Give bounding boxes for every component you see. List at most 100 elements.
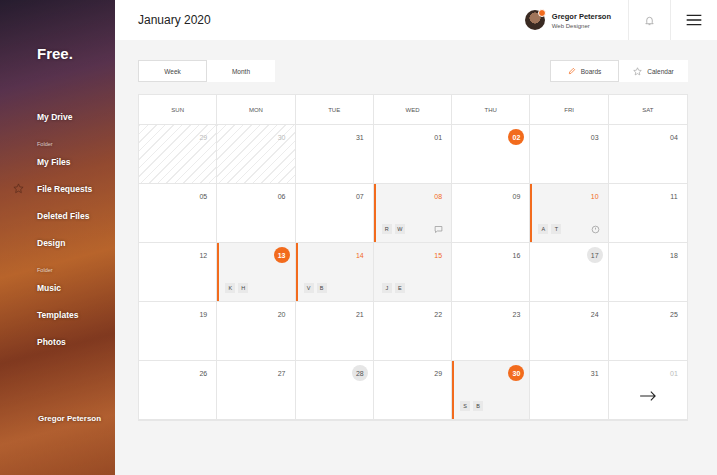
day-cell[interactable]: 04 xyxy=(609,125,687,184)
day-cell[interactable]: 09 xyxy=(452,184,530,243)
day-number: 03 xyxy=(587,129,603,145)
day-cell[interactable]: 19 xyxy=(139,302,217,361)
day-cell[interactable]: 31 xyxy=(296,125,374,184)
day-number: 02 xyxy=(508,129,524,145)
day-cell[interactable]: 02 xyxy=(452,125,530,184)
day-cell[interactable]: 08 RW xyxy=(374,184,452,243)
day-number: 14 xyxy=(352,247,368,263)
weekday: MON xyxy=(217,95,295,125)
day-cell[interactable]: 31 xyxy=(530,361,608,420)
weekday: THU xyxy=(452,95,530,125)
star-icon xyxy=(633,67,642,76)
menu-button[interactable] xyxy=(670,0,717,40)
sidebar-user[interactable]: Gregor Peterson xyxy=(13,414,115,423)
sidebar-label: Templates xyxy=(37,310,78,320)
logo[interactable]: Free. xyxy=(13,45,115,63)
avatar[interactable] xyxy=(525,10,545,30)
sidebar-item[interactable]: Deleted Files xyxy=(13,202,115,229)
event-tag[interactable]: K xyxy=(225,283,235,293)
event-tag[interactable]: J xyxy=(382,283,392,293)
day-cell[interactable]: 10AT xyxy=(530,184,608,243)
day-cell[interactable]: 14 VB xyxy=(296,243,374,302)
day-cell[interactable]: 27 xyxy=(217,361,295,420)
day-cell[interactable]: 30SB xyxy=(452,361,530,420)
day-cell[interactable]: 29 xyxy=(139,125,217,184)
day-cell[interactable]: 29 xyxy=(374,361,452,420)
sidebar-label: Music xyxy=(37,283,61,293)
event-tag[interactable]: A xyxy=(538,224,548,234)
view-tab[interactable]: Week xyxy=(138,60,207,82)
day-number: 12 xyxy=(195,247,211,263)
notifications-button[interactable] xyxy=(628,0,670,40)
view-tab[interactable]: Month xyxy=(207,60,275,82)
day-number: 13 xyxy=(274,247,290,263)
day-number: 25 xyxy=(666,306,682,322)
comment-icon xyxy=(434,225,443,234)
sidebar-item[interactable]: Photos xyxy=(13,328,115,355)
day-cell[interactable]: 30 xyxy=(217,125,295,184)
main: January 2020Gregor PetersonWeb DesignerW… xyxy=(115,0,717,475)
day-cell[interactable]: 11 xyxy=(609,184,687,243)
day-cell[interactable]: 05 xyxy=(139,184,217,243)
sidebar-item[interactable]: My Files xyxy=(13,148,115,175)
event-tag[interactable]: H xyxy=(238,283,248,293)
day-cell[interactable]: 01 xyxy=(609,361,687,420)
day-cell[interactable]: 01 xyxy=(374,125,452,184)
sidebar-label: Design xyxy=(37,238,65,248)
action-button[interactable]: Calendar xyxy=(619,60,688,82)
sidebar-label: Deleted Files xyxy=(37,211,89,221)
day-cell[interactable]: 26 xyxy=(139,361,217,420)
day-number: 21 xyxy=(352,306,368,322)
sidebar-item[interactable]: Design xyxy=(13,229,115,256)
day-cell[interactable]: 23 xyxy=(452,302,530,361)
sidebar-item[interactable]: Music xyxy=(13,274,115,301)
day-cell[interactable]: 24 xyxy=(530,302,608,361)
user-role: Web Designer xyxy=(552,23,611,29)
day-number: 30 xyxy=(274,129,290,145)
star-icon xyxy=(13,183,24,194)
day-cell[interactable]: 28 xyxy=(296,361,374,420)
event-tag[interactable]: V xyxy=(304,283,314,293)
day-cell[interactable]: 12 xyxy=(139,243,217,302)
day-cell[interactable]: 21 xyxy=(296,302,374,361)
action-label: Boards xyxy=(581,68,602,75)
user-menu[interactable]: Gregor PetersonWeb Designer xyxy=(525,10,628,30)
day-number: 19 xyxy=(195,306,211,322)
next-arrow-icon[interactable] xyxy=(639,391,657,401)
event-tag[interactable]: R xyxy=(382,224,392,234)
day-number: 24 xyxy=(587,306,603,322)
day-cell[interactable]: 16 xyxy=(452,243,530,302)
event-tag[interactable]: T xyxy=(551,224,561,234)
day-number: 31 xyxy=(587,365,603,381)
clock-icon xyxy=(591,225,600,234)
sidebar-item[interactable]: Templates xyxy=(13,301,115,328)
day-cell[interactable]: 18 xyxy=(609,243,687,302)
sidebar-heading: Folder xyxy=(13,140,115,148)
day-number: 07 xyxy=(352,188,368,204)
day-cell[interactable]: 20 xyxy=(217,302,295,361)
day-cell[interactable]: 15JE xyxy=(374,243,452,302)
day-cell[interactable]: 13 KH xyxy=(217,243,295,302)
event-tag[interactable]: E xyxy=(395,283,405,293)
sidebar-item[interactable]: My Drive xyxy=(13,103,115,130)
day-number: 06 xyxy=(274,188,290,204)
day-cell[interactable]: 17 xyxy=(530,243,608,302)
day-number: 26 xyxy=(195,365,211,381)
header: January 2020Gregor PetersonWeb Designer xyxy=(115,0,717,40)
event-tag[interactable]: W xyxy=(395,224,405,234)
day-cell[interactable]: 25 xyxy=(609,302,687,361)
day-number: 08 xyxy=(430,188,446,204)
day-cell[interactable]: 06 xyxy=(217,184,295,243)
day-number: 11 xyxy=(666,188,682,204)
event-tag[interactable]: B xyxy=(317,283,327,293)
event-tag[interactable]: S xyxy=(460,401,470,411)
day-cell[interactable]: 03 xyxy=(530,125,608,184)
day-cell[interactable]: 22 xyxy=(374,302,452,361)
sidebar-item[interactable]: File Requests xyxy=(13,175,115,202)
event-tag[interactable]: B xyxy=(473,401,483,411)
weekday: TUE xyxy=(296,95,374,125)
day-cell[interactable]: 07 xyxy=(296,184,374,243)
day-number: 18 xyxy=(666,247,682,263)
day-number: 29 xyxy=(195,129,211,145)
action-button[interactable]: Boards xyxy=(550,60,619,82)
